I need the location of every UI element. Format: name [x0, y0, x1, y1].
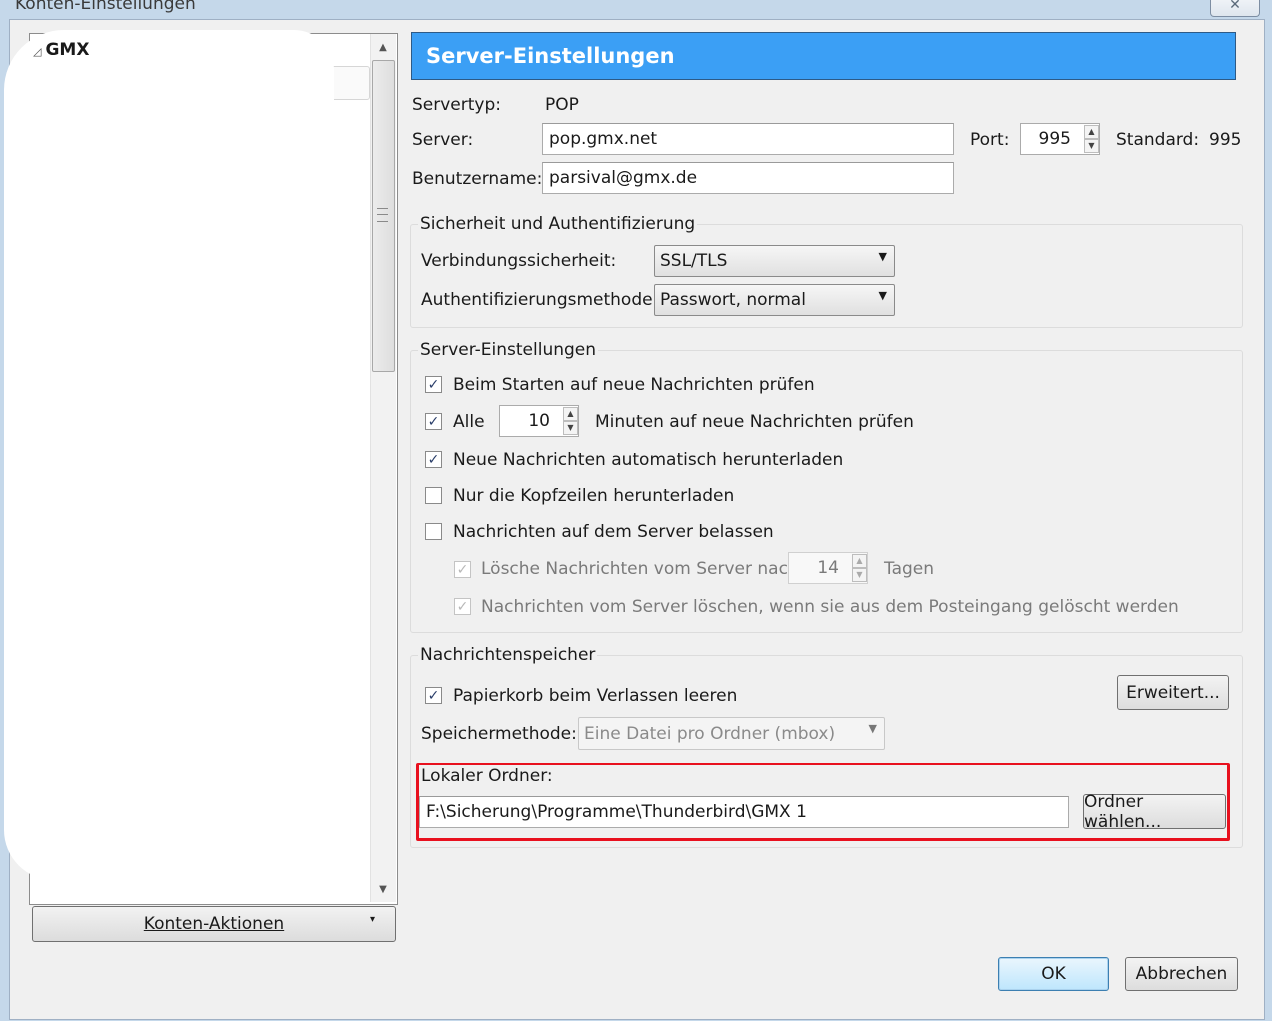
standard-label: Standard: — [1116, 130, 1200, 150]
chevron-down-icon: ▼ — [878, 289, 887, 302]
delete-when-removed-checkbox[interactable]: ✓ — [454, 598, 471, 615]
delete-days-suffix: Tagen — [884, 559, 935, 579]
delete-after-checkbox[interactable]: ✓ — [454, 561, 471, 578]
check-every-suffix: Minuten auf neue Nachrichten prüfen — [595, 412, 914, 432]
window-title: Konten-Einstellungen — [15, 0, 196, 14]
scrollbar-grip-icon — [377, 208, 388, 222]
delete-days-up-icon[interactable]: ▲ — [852, 554, 867, 568]
delete-after-label[interactable]: Lösche Nachrichten vom Server nach — [481, 559, 799, 579]
connection-security-label: Verbindungssicherheit: — [421, 251, 617, 271]
server-settings-legend: Server-Einstellungen — [418, 340, 599, 360]
auto-download-checkbox[interactable]: ✓ — [425, 451, 442, 468]
account-actions-arrow-icon: ▾ — [370, 914, 376, 925]
servertype-value: POP — [545, 95, 579, 115]
page-title: Server-Einstellungen — [411, 32, 1236, 80]
interval-down-icon[interactable]: ▼ — [563, 421, 578, 435]
leave-on-server-label[interactable]: Nachrichten auf dem Server belassen — [453, 522, 774, 542]
leave-on-server-checkbox[interactable] — [425, 523, 442, 540]
empty-trash-label[interactable]: Papierkorb beim Verlassen leeren — [453, 686, 737, 706]
local-folder-label: Lokaler Ordner: — [421, 766, 553, 786]
delete-when-removed-label[interactable]: Nachrichten vom Server löschen, wenn sie… — [481, 597, 1179, 617]
auth-method-label: Authentifizierungsmethode: — [421, 290, 659, 310]
check-interval-value: 10 — [528, 411, 550, 431]
username-label: Benutzername: — [412, 169, 543, 189]
check-every-checkbox[interactable]: ✓ — [425, 413, 442, 430]
port-spin-arrows[interactable]: ▲ ▼ — [1084, 125, 1099, 153]
username-input[interactable]: parsival@gmx.de — [542, 162, 954, 194]
port-up-icon[interactable]: ▲ — [1084, 125, 1099, 139]
port-label: Port: — [970, 130, 1010, 150]
scroll-down-icon[interactable]: ▼ — [373, 880, 393, 898]
redaction-mask — [4, 30, 334, 880]
tree-item-gmx-label: GMX — [45, 40, 90, 60]
chevron-down-icon: ▼ — [878, 250, 887, 263]
chevron-down-icon: ▼ — [868, 722, 877, 735]
standard-value: 995 — [1209, 130, 1242, 150]
port-down-icon[interactable]: ▼ — [1084, 139, 1099, 153]
storage-method-value: Eine Datei pro Ordner (mbox) — [584, 723, 836, 744]
interval-up-icon[interactable]: ▲ — [563, 407, 578, 421]
storage-method-select[interactable]: Eine Datei pro Ordner (mbox) ▼ — [578, 717, 885, 750]
auth-method-select[interactable]: Passwort, normal ▼ — [654, 284, 895, 316]
auth-method-value: Passwort, normal — [660, 290, 806, 310]
cancel-button[interactable]: Abbrechen — [1125, 957, 1238, 991]
ok-button[interactable]: OK — [998, 957, 1109, 991]
close-icon: ✕ — [1229, 0, 1241, 13]
local-folder-input[interactable]: F:\Sicherung\Programme\Thunderbird\GMX 1 — [419, 796, 1069, 828]
delete-days-spin-arrows[interactable]: ▲ ▼ — [852, 554, 867, 582]
server-input[interactable]: pop.gmx.net — [542, 123, 954, 155]
connection-security-select[interactable]: SSL/TLS ▼ — [654, 245, 895, 277]
expand-icon[interactable]: ◿ — [33, 45, 41, 58]
account-actions-button[interactable]: Konten-Aktionen — [32, 906, 396, 942]
empty-trash-checkbox[interactable]: ✓ — [425, 687, 442, 704]
scroll-up-icon[interactable]: ▲ — [373, 38, 393, 56]
servertype-label: Servertyp: — [412, 95, 501, 115]
port-value: 995 — [1038, 129, 1071, 149]
headers-only-checkbox[interactable] — [425, 487, 442, 504]
close-button[interactable]: ✕ — [1210, 0, 1260, 17]
check-on-start-label[interactable]: Beim Starten auf neue Nachrichten prüfen — [453, 375, 815, 395]
delete-days-value: 14 — [817, 558, 839, 578]
connection-security-value: SSL/TLS — [660, 251, 728, 271]
storage-method-label: Speichermethode: — [421, 724, 577, 744]
delete-days-down-icon[interactable]: ▼ — [852, 568, 867, 582]
check-on-start-checkbox[interactable]: ✓ — [425, 376, 442, 393]
server-label: Server: — [412, 130, 474, 150]
interval-spin-arrows[interactable]: ▲ ▼ — [563, 407, 578, 435]
headers-only-label[interactable]: Nur die Kopfzeilen herunterladen — [453, 486, 734, 506]
tree-item-gmx[interactable]: ◿ GMX — [33, 40, 89, 60]
choose-folder-button[interactable]: Ordner wählen... — [1083, 792, 1226, 832]
security-legend: Sicherheit und Authentifizierung — [418, 214, 698, 234]
auto-download-label[interactable]: Neue Nachrichten automatisch herunterlad… — [453, 450, 843, 470]
check-every-prefix[interactable]: Alle — [453, 412, 485, 432]
storage-legend: Nachrichtenspeicher — [418, 645, 598, 665]
account-actions-label: Konten-Aktionen — [143, 914, 285, 934]
advanced-button[interactable]: Erweitert... — [1117, 675, 1229, 710]
